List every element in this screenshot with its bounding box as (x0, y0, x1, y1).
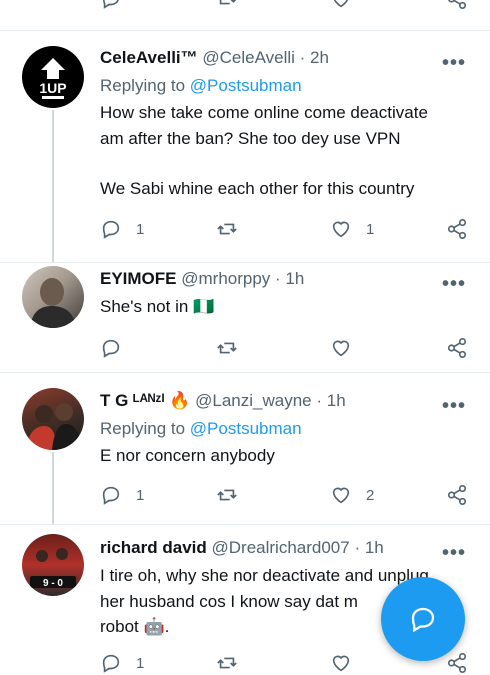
like-icon (332, 340, 350, 357)
timestamp[interactable]: · 2h (300, 48, 329, 67)
avatar[interactable] (22, 266, 84, 328)
more-options-icon[interactable]: ••• (442, 396, 466, 416)
tweet-text-line: robot 🤖. (100, 617, 170, 636)
retweet-button[interactable] (216, 651, 238, 675)
tweet[interactable]: 1UP CeleAvelli™ @CeleAvelli · 2h ••• Rep… (0, 31, 490, 263)
replying-to-handle[interactable]: @Postsubman (190, 419, 302, 438)
avatar[interactable]: 1UP (22, 46, 84, 108)
thread-line (52, 452, 54, 524)
thread-line (52, 110, 54, 262)
tweet-text-line: am after the ban? She too dey use VPN (100, 129, 401, 148)
replying-to: Replying to @Postsubman (100, 419, 302, 439)
tweet-header: T G ᴸᴬᴺᶻᴵ 🔥 @Lanzi_wayne · 1h (100, 391, 470, 411)
tweet-text-line: She's not in 🇳🇬 (100, 297, 215, 316)
tweet-actions: 1 1 (100, 217, 480, 241)
like-count: 1 (366, 220, 375, 238)
display-name[interactable]: EYIMOFE (100, 269, 177, 288)
share-icon (447, 219, 467, 239)
tweet-text-line: We Sabi whine each other for this countr… (100, 179, 415, 198)
replying-to-handle[interactable]: @Postsubman (190, 76, 302, 95)
retweet-button[interactable] (216, 217, 238, 241)
like-count: 2 (366, 486, 375, 504)
like-button[interactable]: 1 (330, 217, 374, 241)
like-icon[interactable] (330, 0, 352, 10)
reply-button[interactable]: 1 (100, 483, 144, 507)
share-icon[interactable] (446, 0, 468, 10)
share-button[interactable] (446, 483, 468, 507)
tweet-header: CeleAvelli™ @CeleAvelli · 2h (100, 48, 470, 68)
reply-count: 1 (136, 654, 145, 672)
reply-icon (102, 486, 120, 505)
like-button[interactable]: 2 (330, 483, 374, 507)
display-name[interactable]: CeleAvelli™ (100, 48, 198, 67)
timestamp[interactable]: · 1h (354, 538, 383, 557)
avatar[interactable] (22, 388, 84, 450)
profile-photo-icon (30, 278, 76, 328)
user-handle[interactable]: @CeleAvelli (202, 48, 295, 67)
replying-to: Replying to @Postsubman (100, 76, 302, 96)
retweet-icon (217, 223, 237, 235)
1up-logo-icon: 1UP (39, 58, 67, 99)
user-handle[interactable]: @Lanzi_wayne (195, 391, 312, 410)
compose-reply-button[interactable] (381, 577, 465, 661)
reply-button[interactable] (100, 336, 122, 360)
compose-reply-icon (411, 607, 435, 633)
tweet-header: richard david @Drealrichard007 · 1h (100, 538, 470, 558)
retweet-icon (217, 342, 237, 354)
like-icon (332, 487, 350, 504)
tweet-text-line: I tire oh, why she nor deactivate and un… (100, 566, 429, 585)
retweet-button[interactable] (216, 336, 238, 360)
retweet-icon (217, 657, 237, 669)
tweet-actions (100, 336, 480, 360)
reply-icon[interactable] (100, 0, 122, 10)
score-text: 9 - 0 (43, 578, 63, 589)
display-name[interactable]: richard david (100, 538, 207, 557)
more-options-icon[interactable]: ••• (442, 543, 466, 563)
previous-tweet-actions (0, 0, 490, 31)
more-options-icon[interactable]: ••• (442, 53, 466, 73)
tweet-actions: 1 2 (100, 483, 480, 507)
avatar[interactable]: 9 - 0 (22, 534, 84, 596)
profile-photo-icon (26, 403, 82, 450)
tweet-text-line: her husband cos I know say dat m (100, 592, 358, 611)
reply-count: 1 (136, 486, 145, 504)
timestamp[interactable]: · 1h (275, 269, 304, 288)
reply-icon (102, 220, 120, 239)
replying-to-label: Replying to (100, 419, 186, 438)
retweet-icon[interactable] (216, 0, 238, 10)
tweet[interactable]: T G ᴸᴬᴺᶻᴵ 🔥 @Lanzi_wayne · 1h ••• Replyi… (0, 372, 490, 525)
tweet-text-line: E nor concern anybody (100, 446, 275, 465)
reply-icon (102, 339, 120, 358)
reply-button[interactable]: 1 (100, 651, 144, 675)
share-button[interactable] (446, 217, 468, 241)
user-handle[interactable]: @Drealrichard007 (212, 538, 350, 557)
avatar-logo-text: 1UP (39, 80, 66, 96)
share-button[interactable] (446, 336, 468, 360)
profile-photo-icon: 9 - 0 (30, 548, 76, 589)
reply-button[interactable]: 1 (100, 217, 144, 241)
tweet-header: EYIMOFE @mrhorppy · 1h (100, 269, 470, 289)
like-icon (332, 221, 350, 238)
retweet-icon (217, 489, 237, 501)
user-handle[interactable]: @mrhorppy (181, 269, 270, 288)
share-icon (447, 338, 467, 358)
tweet[interactable]: EYIMOFE @mrhorppy · 1h ••• She's not in … (0, 262, 490, 373)
tweet-text-line: How she take come online come deactivate (100, 103, 428, 122)
replying-to-label: Replying to (100, 76, 186, 95)
reply-icon (102, 654, 120, 673)
timestamp[interactable]: · 1h (316, 391, 345, 410)
like-button[interactable] (330, 336, 352, 360)
retweet-button[interactable] (216, 483, 238, 507)
share-button[interactable] (446, 651, 468, 675)
more-options-icon[interactable]: ••• (442, 274, 466, 294)
like-icon (332, 655, 350, 672)
share-icon (447, 485, 467, 505)
display-name[interactable]: T G ᴸᴬᴺᶻᴵ 🔥 (100, 391, 190, 410)
reply-count: 1 (136, 220, 145, 238)
like-button[interactable] (330, 651, 352, 675)
share-icon (447, 653, 467, 673)
